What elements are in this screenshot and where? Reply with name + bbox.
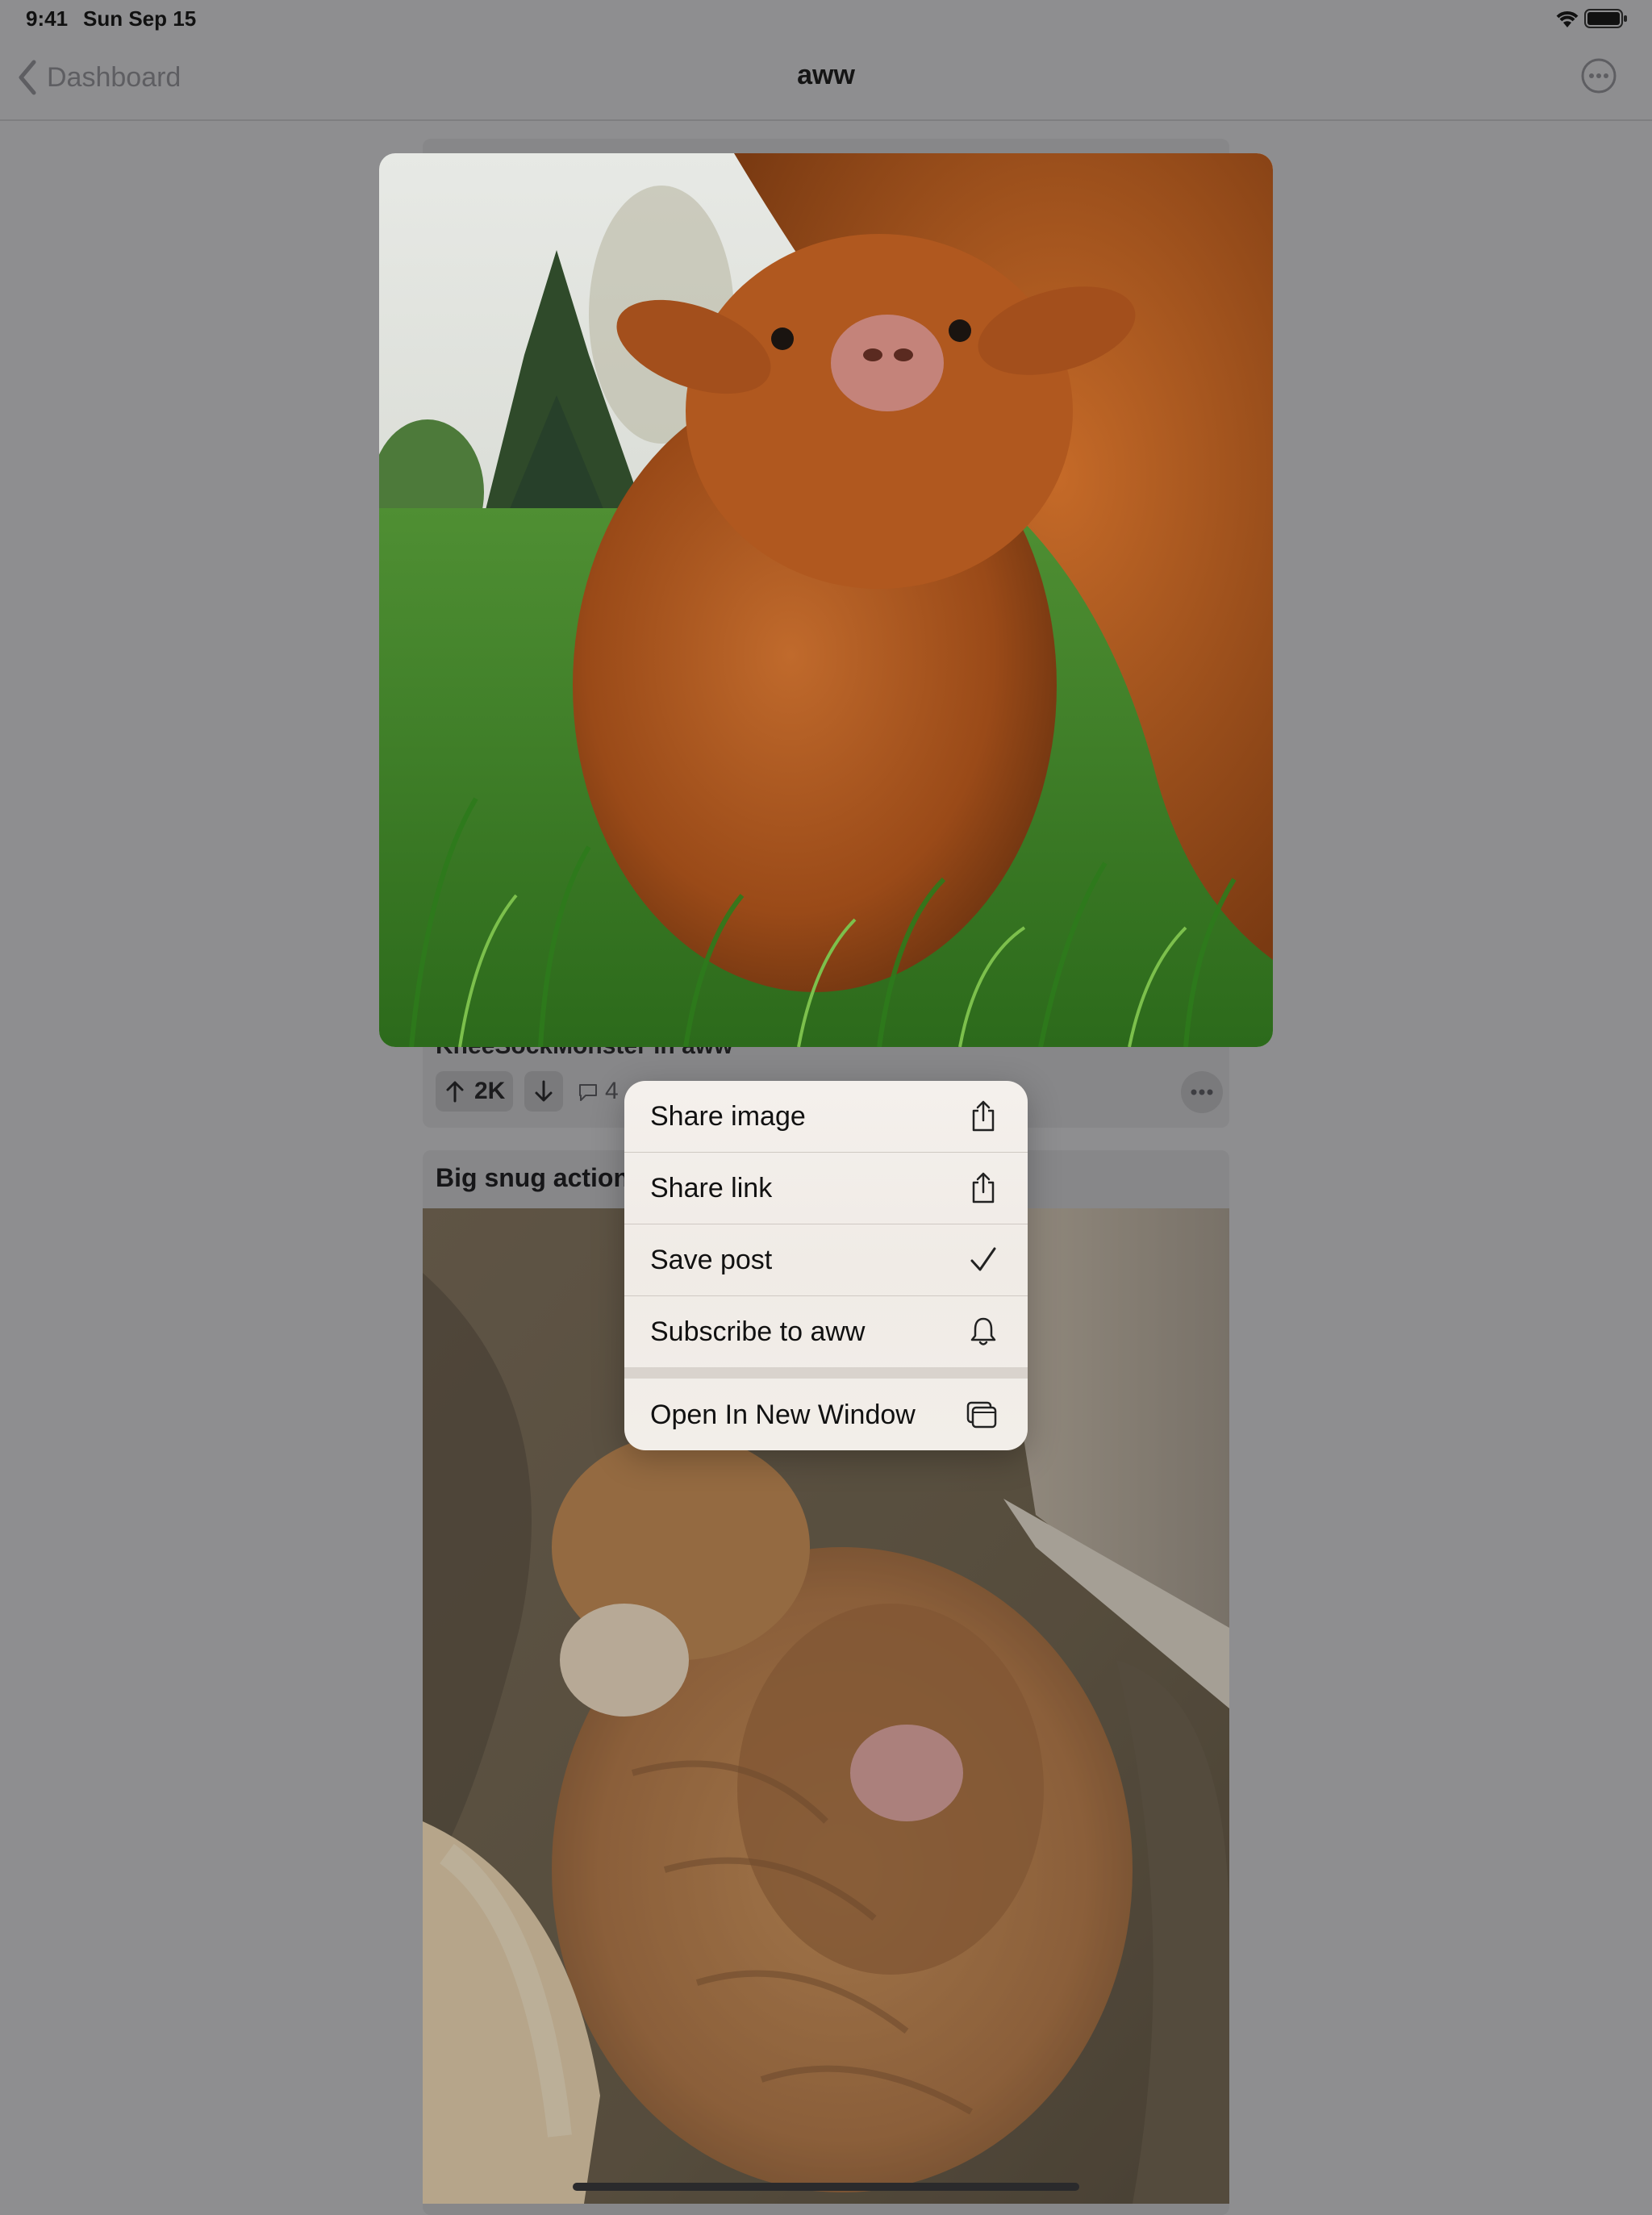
menu-item-open-new-window[interactable]: Open In New Window xyxy=(624,1379,1028,1450)
share-icon xyxy=(972,1172,995,1203)
post-title: Big snug action xyxy=(436,1163,629,1192)
menu-item-label: Share link xyxy=(650,1172,773,1203)
arrow-up-icon xyxy=(446,1081,464,1103)
checkmark-icon xyxy=(970,1247,996,1271)
menu-item-label: Subscribe to aww xyxy=(650,1316,866,1347)
menu-section-separator xyxy=(624,1367,1028,1379)
battery-icon xyxy=(1584,9,1627,28)
menu-item-save-post[interactable]: Save post xyxy=(624,1224,1028,1295)
home-indicator xyxy=(573,2183,1079,2191)
menu-item-label: Open In New Window xyxy=(650,1399,916,1430)
new-window-icon xyxy=(966,1401,997,1429)
downvote-button[interactable] xyxy=(524,1071,563,1112)
navigation-bar: Dashboard aww xyxy=(0,39,1652,121)
wifi-icon xyxy=(1556,11,1579,27)
page-title: aww xyxy=(797,60,855,90)
status-bar: 9:41 Sun Sep 15 xyxy=(0,0,1652,39)
post-more-button[interactable] xyxy=(1181,1071,1223,1113)
share-icon xyxy=(972,1100,995,1132)
comment-icon xyxy=(579,1084,597,1101)
menu-item-label: Save post xyxy=(650,1244,773,1275)
arrow-down-icon xyxy=(535,1080,553,1102)
menu-item-share-image[interactable]: Share image xyxy=(624,1081,1028,1152)
menu-item-label: Share image xyxy=(650,1100,806,1132)
status-time: 9:41 xyxy=(26,6,69,31)
upvote-button[interactable]: 2K xyxy=(436,1071,513,1112)
context-menu: Share image Share link Save post Subscri… xyxy=(624,1081,1028,1450)
ellipsis-circle-icon[interactable] xyxy=(1579,56,1618,95)
menu-item-share-link[interactable]: Share link xyxy=(624,1153,1028,1224)
menu-item-subscribe[interactable]: Subscribe to aww xyxy=(624,1296,1028,1367)
post-image-preview[interactable] xyxy=(379,153,1273,1047)
comment-count[interactable]: 4 xyxy=(605,1078,619,1105)
highland-calf-photo xyxy=(379,153,1273,1047)
status-date: Sun Sep 15 xyxy=(83,6,197,31)
post-score: 2K xyxy=(474,1078,506,1104)
bell-icon xyxy=(970,1317,996,1345)
